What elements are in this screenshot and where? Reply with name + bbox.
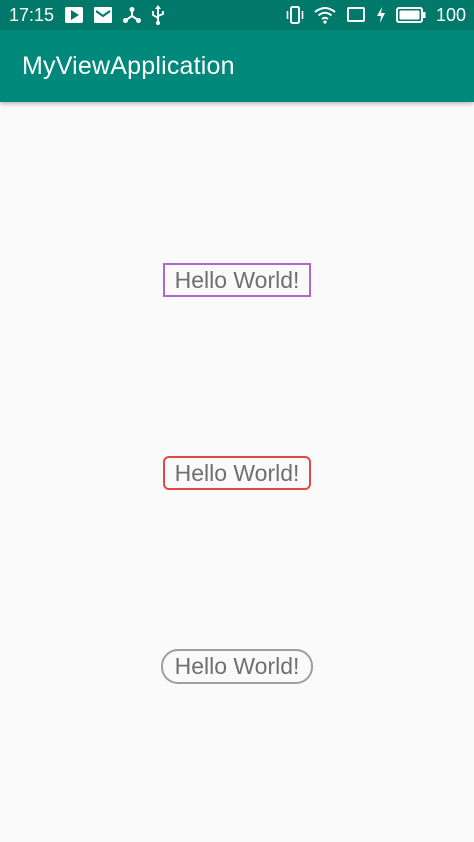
mail-icon: [94, 7, 112, 23]
cast-icon: [346, 7, 365, 22]
battery-icon: [395, 7, 426, 23]
status-bar: 17:15 100: [0, 0, 474, 30]
hello-world-rounded-border: Hello World!: [163, 456, 311, 490]
battery-percentage: 100: [435, 5, 466, 25]
status-notification-icons: [64, 5, 165, 25]
app-bar: MyViewApplication: [0, 30, 474, 102]
hello-world-pill-border: Hello World!: [161, 649, 313, 684]
charging-icon: [376, 7, 385, 23]
play-icon: [65, 7, 83, 23]
status-system-icons: 100: [286, 4, 466, 26]
app-title: MyViewApplication: [22, 52, 235, 80]
hello-world-rectangle-border: Hello World!: [163, 263, 311, 297]
vibrate-icon: [286, 6, 304, 24]
usb-icon: [152, 5, 164, 25]
share-icon: [123, 7, 141, 23]
status-time: 17:15: [9, 5, 55, 25]
wifi-icon: [314, 7, 336, 24]
